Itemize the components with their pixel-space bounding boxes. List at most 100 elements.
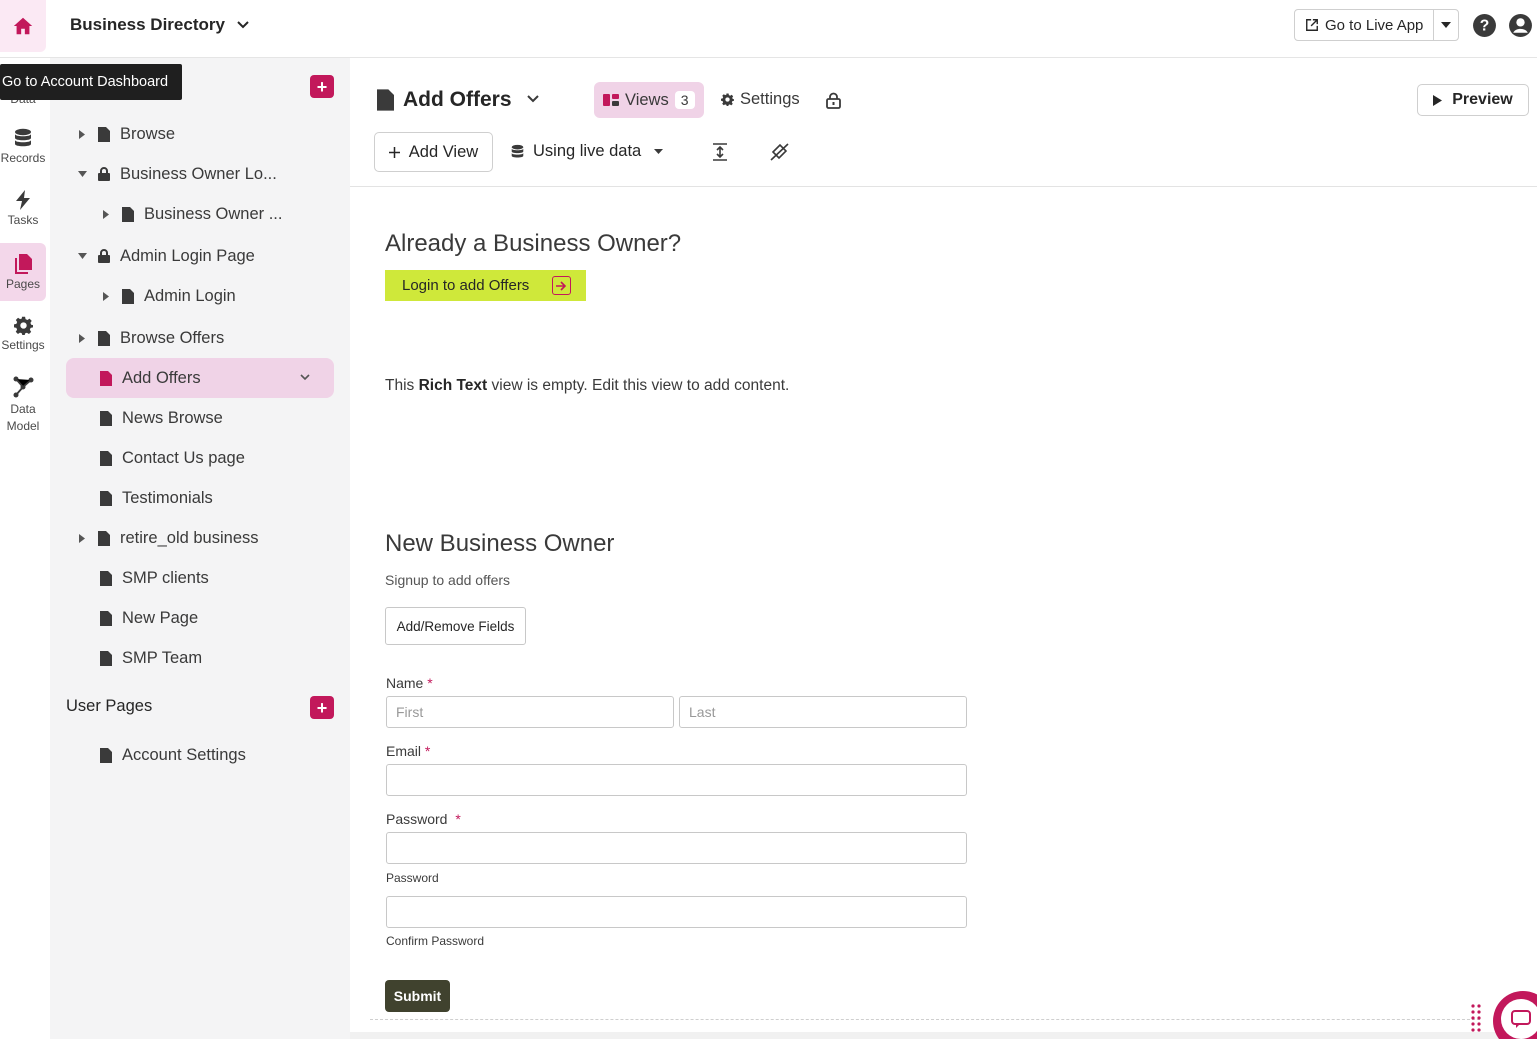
rail-item-label: Pages [5, 276, 41, 291]
sidebar-item-smp-team[interactable]: SMP Team [100, 638, 202, 678]
email-input[interactable] [386, 764, 967, 796]
arrow-right-icon [552, 276, 571, 295]
rail-item-tasks[interactable]: Tasks [0, 190, 46, 240]
rail-item-label: Records [0, 151, 46, 165]
sidebar-item-admin-login-page[interactable]: Admin Login Page [76, 236, 255, 276]
page-icon [100, 370, 112, 386]
chevron-down-icon[interactable] [526, 93, 540, 105]
caret-down-icon[interactable] [76, 171, 88, 177]
add-user-page-button[interactable]: + [310, 696, 334, 719]
caret-down-icon [1441, 22, 1452, 28]
caret-right-icon[interactable] [100, 209, 112, 219]
view-divider [370, 1019, 1480, 1020]
add-page-button[interactable]: + [310, 75, 334, 98]
pages-icon [15, 253, 32, 274]
bottom-strip [350, 1032, 1537, 1039]
add-view-button[interactable]: Add View [374, 132, 493, 172]
password-input[interactable] [386, 832, 967, 864]
preview-label: Preview [1452, 91, 1513, 108]
page-icon [122, 206, 134, 222]
caret-right-icon[interactable] [76, 129, 88, 139]
app-switcher-chevron[interactable] [235, 17, 251, 33]
signup-subtitle: Signup to add offers [385, 572, 511, 588]
sidebar-item-label: Browse Offers [120, 328, 225, 347]
live-app-dropdown-button[interactable] [1433, 10, 1458, 40]
caret-down-icon[interactable] [76, 253, 88, 259]
chevron-down-icon[interactable] [300, 373, 310, 381]
sidebar-item-label: SMP clients [122, 568, 209, 587]
sidebar-item-new-page[interactable]: New Page [100, 598, 198, 638]
sidebar-item-label: Admin Login [144, 286, 236, 305]
caret-right-icon[interactable] [76, 533, 88, 543]
drag-handle-icon[interactable] [1470, 1003, 1482, 1035]
confirm-password-input[interactable] [386, 896, 967, 928]
rich-text-prefix: This [385, 377, 419, 394]
sidebar-item-label: Account Settings [122, 745, 246, 764]
spacing-tool-button[interactable] [712, 143, 728, 161]
help-button[interactable]: ? [1472, 13, 1497, 38]
live-data-toggle[interactable]: Using live data [511, 142, 664, 161]
add-remove-fields-button[interactable]: Add/Remove Fields [385, 607, 526, 645]
sidebar-item-retire-old-business[interactable]: retire_old business [76, 518, 259, 558]
views-count-badge: 3 [674, 91, 695, 109]
page-title[interactable]: Add Offers [403, 88, 512, 112]
page-icon [98, 530, 110, 546]
sidebar-item-account-settings[interactable]: Account Settings [100, 735, 246, 775]
rich-text-bold: Rich Text [418, 377, 488, 394]
rail-item-settings[interactable]: Settings [0, 316, 46, 366]
sidebar-item-smp-clients[interactable]: SMP clients [100, 558, 209, 598]
views-tab[interactable]: Views 3 [594, 82, 704, 118]
user-pages-heading: User Pages [66, 697, 153, 715]
sidebar-item-testimonials[interactable]: Testimonials [100, 478, 213, 518]
go-to-live-app-button[interactable]: Go to Live App [1295, 10, 1433, 40]
sidebar-item-label: retire_old business [120, 528, 259, 547]
caret-right-icon[interactable] [100, 291, 112, 301]
page-icon [100, 410, 112, 426]
preview-button[interactable]: Preview [1417, 84, 1529, 116]
account-dashboard-tooltip: Go to Account Dashboard [0, 64, 182, 100]
password-label: Password * [386, 811, 461, 827]
rich-text-suffix: view is empty. Edit this view to add con… [487, 377, 790, 394]
sidebar-item-admin-login[interactable]: Admin Login [100, 276, 236, 316]
home-button[interactable] [0, 0, 46, 52]
sidebar-item-add-offers[interactable]: Add Offers [66, 358, 334, 398]
lock-open-icon [826, 92, 841, 109]
sidebar-item-news-browse[interactable]: News Browse [100, 398, 223, 438]
submit-button[interactable]: Submit [385, 980, 450, 1012]
page-icon [100, 490, 112, 506]
settings-tab[interactable]: Settings [721, 90, 800, 109]
sidebar-item-label: News Browse [122, 408, 223, 427]
caret-down-icon [654, 149, 664, 154]
hide-styles-button[interactable] [770, 143, 789, 161]
page-icon [98, 330, 110, 346]
account-button[interactable] [1508, 13, 1533, 38]
database-icon [15, 128, 31, 147]
sidebar-item-browse[interactable]: Browse [76, 114, 175, 154]
sidebar-item-label: Contact Us page [122, 448, 245, 467]
rail-item-records[interactable]: Records [0, 128, 46, 178]
rail-item-data-model[interactable]: Data Model [0, 376, 46, 438]
page-icon [122, 288, 134, 304]
help-icon: ? [1473, 14, 1496, 37]
first-name-input[interactable]: First [386, 696, 674, 728]
sidebar-item-business-owner[interactable]: Business Owner ... [100, 194, 282, 234]
rail-item-pages[interactable]: Pages [0, 243, 46, 301]
required-mark: * [455, 811, 461, 827]
caret-right-icon[interactable] [76, 333, 88, 343]
chat-icon [1501, 999, 1537, 1039]
login-to-add-offers-button[interactable]: Login to add Offers [385, 270, 586, 301]
login-button-label: Login to add Offers [402, 277, 530, 294]
sidebar-item-browse-offers[interactable]: Browse Offers [76, 318, 224, 358]
sidebar-item-contact-us[interactable]: Contact Us page [100, 438, 245, 478]
sidebar-item-business-owner-login[interactable]: Business Owner Lo... [76, 154, 277, 194]
paint-slash-icon [770, 143, 789, 161]
confirm-password-hint: Confirm Password [386, 934, 485, 948]
play-icon [1433, 94, 1443, 106]
email-label: Email * [386, 743, 430, 759]
sidebar-item-label: SMP Team [122, 648, 203, 667]
page-icon [100, 610, 112, 626]
app-title[interactable]: Business Directory [70, 15, 225, 35]
page-access-button[interactable] [826, 92, 841, 109]
views-icon [603, 94, 619, 106]
last-name-input[interactable]: Last [679, 696, 967, 728]
